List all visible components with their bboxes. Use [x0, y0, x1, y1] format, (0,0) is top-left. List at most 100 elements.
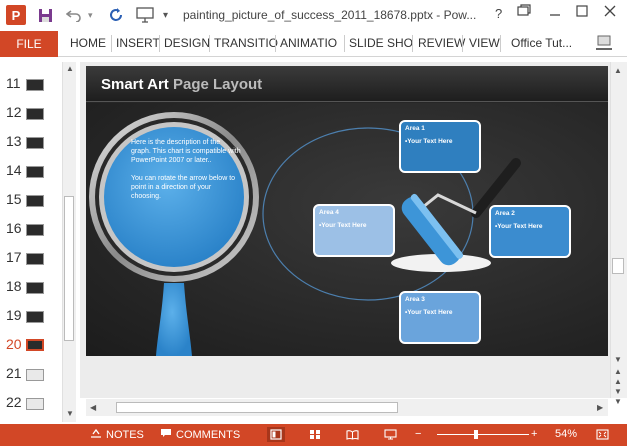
- slide-number: 14: [6, 162, 22, 178]
- slide-header-band: Smart Art Page Layout: [86, 66, 608, 102]
- tab-view[interactable]: VIEW: [469, 36, 500, 50]
- area-text: •Your Text Here: [405, 309, 453, 316]
- area-text: •Your Text Here: [405, 138, 453, 145]
- zoom-slider[interactable]: [437, 434, 529, 435]
- notes-label: NOTES: [106, 428, 144, 441]
- minimize-icon[interactable]: [548, 4, 562, 21]
- previous-slide-icon[interactable]: ▲: [614, 377, 622, 386]
- area-label: Area 2: [495, 210, 515, 217]
- slide-number: 12: [6, 104, 22, 120]
- tab-transitions[interactable]: TRANSITIO: [214, 36, 278, 50]
- scroll-right-icon[interactable]: ▶: [597, 403, 603, 412]
- scroll-left-icon[interactable]: ◀: [90, 403, 96, 412]
- slide-thumbnail[interactable]: [26, 195, 44, 207]
- slide-thumbnail[interactable]: [26, 166, 44, 178]
- save-icon[interactable]: [38, 5, 53, 25]
- smartart-area-2[interactable]: Area 2 •Your Text Here: [489, 205, 571, 258]
- slide-thumbnail[interactable]: [26, 253, 44, 265]
- slide-thumbnail[interactable]: [26, 79, 44, 91]
- vertical-scrollbar[interactable]: [610, 62, 627, 398]
- window-title: painting_picture_of_success_2011_18678.p…: [183, 8, 477, 22]
- tab-separator: [500, 35, 501, 52]
- description-paragraph-2: You can rotate the arrow below to point …: [131, 175, 236, 200]
- thumbnail-scroll-thumb[interactable]: [64, 196, 74, 341]
- close-icon[interactable]: [603, 4, 617, 21]
- slide-thumbnail[interactable]: [26, 224, 44, 236]
- powerpoint-logo-icon: P: [6, 5, 26, 25]
- slide-thumbnail[interactable]: [26, 108, 44, 120]
- tab-separator: [344, 35, 345, 52]
- slideshow-icon[interactable]: [381, 427, 399, 442]
- slide-number: 19: [6, 307, 22, 323]
- scroll-down-icon[interactable]: ▼: [66, 409, 74, 418]
- notes-button[interactable]: NOTES: [90, 428, 144, 441]
- reading-view-icon[interactable]: [343, 427, 361, 442]
- tab-slide-show[interactable]: SLIDE SHO: [349, 36, 413, 50]
- description-paragraph-1: Here is the description of the graph. Th…: [131, 139, 241, 164]
- scroll-down-icon[interactable]: ▼: [614, 355, 622, 364]
- next-slide-icon[interactable]: ▼: [614, 397, 622, 406]
- undo-icon[interactable]: [66, 5, 82, 25]
- slide-thumbnail[interactable]: [26, 369, 44, 381]
- graph-description[interactable]: Here is the description of the graph. Th…: [131, 138, 241, 210]
- user-account[interactable]: Office Tut...: [511, 36, 572, 50]
- slide-thumbnail[interactable]: [26, 398, 44, 410]
- redo-icon[interactable]: [108, 5, 124, 25]
- slide-number: 13: [6, 133, 22, 149]
- slide-thumbnail[interactable]: [26, 311, 44, 323]
- tab-separator: [209, 35, 210, 52]
- title-bar: P ▾ ▾ painting_picture_of_success_2011_1…: [0, 0, 627, 31]
- slide-title-sub: Page Layout: [172, 76, 263, 93]
- slide-number: 16: [6, 220, 22, 236]
- tab-animations[interactable]: ANIMATIO: [280, 36, 337, 50]
- tab-separator: [412, 35, 413, 52]
- next-slide-icon[interactable]: ▼: [614, 387, 622, 396]
- slide-title[interactable]: Smart Art Page Layout: [101, 76, 262, 93]
- zoom-in-button[interactable]: +: [531, 428, 537, 440]
- smartart-area-1[interactable]: Area 1 •Your Text Here: [399, 120, 481, 173]
- slide-thumbnail[interactable]: [26, 282, 44, 294]
- area-text: •Your Text Here: [495, 223, 543, 230]
- slide-thumbnail[interactable]: [26, 137, 44, 149]
- slide-sorter-icon[interactable]: [306, 427, 324, 442]
- restore-icon[interactable]: [517, 4, 531, 21]
- presenter-icon[interactable]: [136, 5, 154, 25]
- comment-icon: [160, 428, 172, 441]
- area-label: Area 4: [319, 209, 339, 216]
- status-bar: NOTES COMMENTS − + 54%: [0, 424, 627, 446]
- tab-design[interactable]: DESIGN: [164, 36, 210, 50]
- tab-separator: [111, 35, 112, 52]
- tab-file[interactable]: FILE: [0, 31, 58, 57]
- tab-insert[interactable]: INSERT: [116, 36, 160, 50]
- vertical-scroll-thumb[interactable]: [612, 258, 624, 274]
- horizontal-scroll-thumb[interactable]: [116, 402, 398, 413]
- zoom-slider-knob[interactable]: [474, 430, 478, 439]
- normal-view-icon[interactable]: [267, 427, 285, 442]
- smartart-area-3[interactable]: Area 3 •Your Text Here: [399, 291, 481, 344]
- comments-button[interactable]: COMMENTS: [160, 428, 240, 441]
- slide-thumbnail-active[interactable]: [26, 339, 44, 351]
- zoom-out-button[interactable]: −: [415, 428, 421, 440]
- slide-title-main: Smart Art: [101, 76, 169, 93]
- undo-dropdown-icon[interactable]: ▾: [88, 5, 93, 25]
- fit-slide-icon[interactable]: [593, 427, 611, 442]
- tab-review[interactable]: REVIEW: [418, 36, 465, 50]
- ribbon-tabs: FILE HOME INSERT DESIGN TRANSITIO ANIMAT…: [0, 31, 627, 57]
- slide-number: 11: [6, 75, 21, 91]
- customize-icon[interactable]: ▾: [163, 5, 168, 25]
- previous-slide-icon[interactable]: ▲: [614, 367, 622, 376]
- slide-number: 21: [6, 365, 22, 381]
- maximize-icon[interactable]: [575, 4, 589, 21]
- scroll-up-icon[interactable]: ▲: [614, 66, 622, 75]
- zoom-level[interactable]: 54%: [555, 428, 577, 440]
- slide-number: 17: [6, 249, 22, 265]
- tab-home[interactable]: HOME: [70, 36, 106, 50]
- tab-separator: [159, 35, 160, 52]
- area-text: •Your Text Here: [319, 222, 367, 229]
- user-avatar-icon[interactable]: [595, 33, 615, 58]
- smartart-area-4[interactable]: Area 4 •Your Text Here: [313, 204, 395, 257]
- slide-number: 15: [6, 191, 22, 207]
- scroll-up-icon[interactable]: ▲: [66, 64, 74, 73]
- tab-separator: [275, 35, 276, 52]
- help-icon[interactable]: ?: [495, 6, 502, 21]
